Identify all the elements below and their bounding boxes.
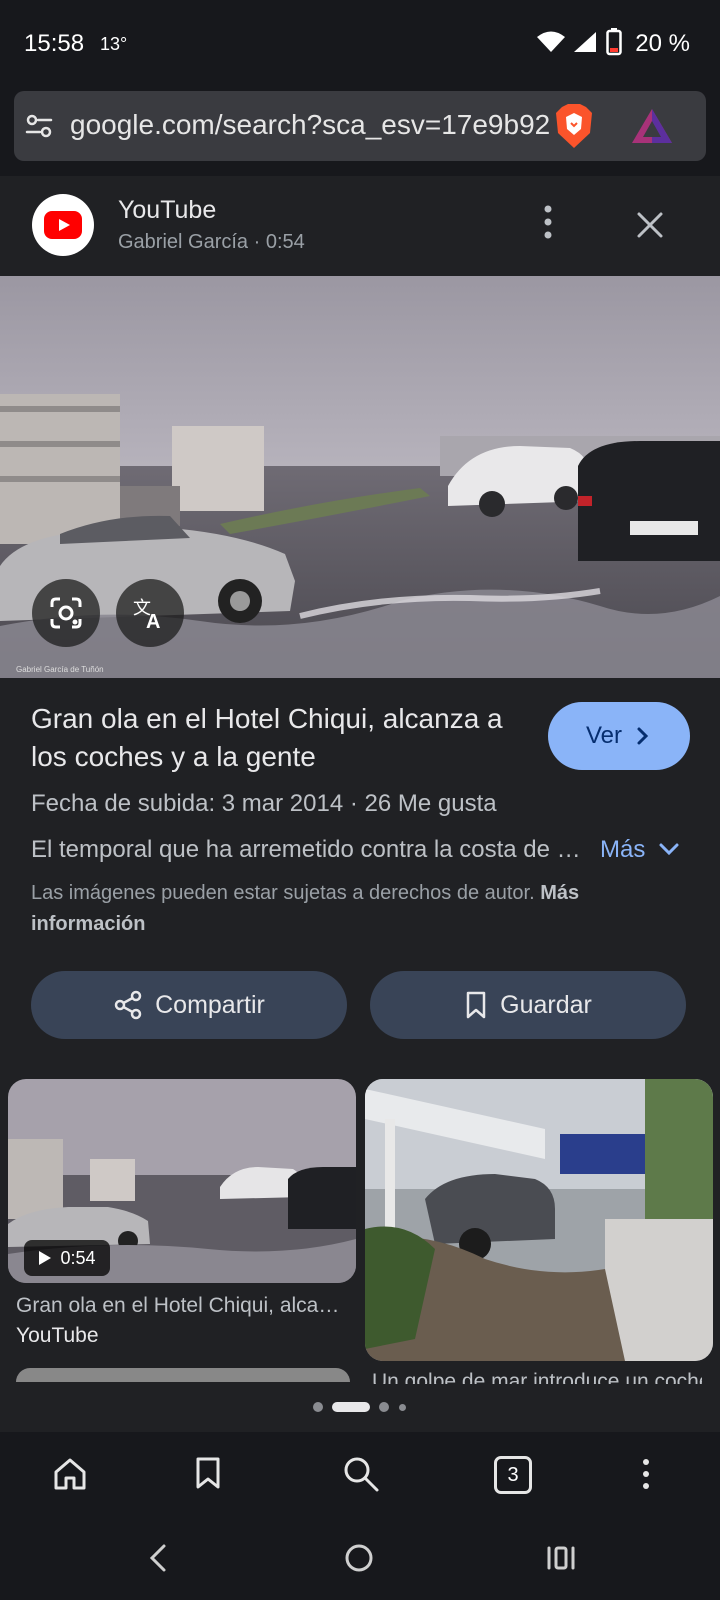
save-label: Guardar [500, 990, 592, 1019]
related-title[interactable]: Gran ola en el Hotel Chiqui, alcanza a l… [16, 1294, 346, 1318]
related-title[interactable]: Un golpe de mar introduce un coche en el… [372, 1370, 702, 1384]
youtube-play-icon [44, 211, 82, 239]
play-icon [39, 1251, 52, 1265]
copyright-text: Las imágenes pueden estar sujetas a dere… [31, 882, 535, 904]
duration-text: 0:54 [60, 1247, 96, 1268]
address-bar[interactable]: google.com/search?sca_esv=17e9b92 [14, 91, 706, 161]
recent-apps-icon[interactable] [546, 1545, 576, 1571]
result-title[interactable]: Gran ola en el Hotel Chiqui, alcanza a l… [31, 700, 511, 776]
brave-shields-icon[interactable] [554, 103, 594, 149]
home-circle-icon[interactable] [344, 1543, 374, 1573]
share-button[interactable]: Compartir [31, 971, 347, 1039]
chevron-down-icon [659, 843, 679, 856]
svg-text:A: A [146, 611, 160, 632]
more-label: Más [600, 836, 646, 863]
more-toggle[interactable]: Más [600, 836, 680, 864]
url-text[interactable]: google.com/search?sca_esv=17e9b92 [70, 109, 550, 141]
save-button[interactable]: Guardar [370, 971, 686, 1039]
share-label: Compartir [155, 990, 265, 1019]
status-temperature: 13° [100, 34, 128, 54]
bookmarks-icon[interactable] [195, 1456, 221, 1490]
pager-dot [399, 1404, 406, 1411]
translate-button[interactable]: 文 A [116, 579, 184, 647]
pager-dot [379, 1402, 389, 1412]
result-description: El temporal que ha arremetido contra la … [31, 836, 586, 863]
battery-icon [606, 28, 622, 56]
battery-percentage: 20 % [635, 30, 690, 57]
view-button-label: Ver [585, 722, 623, 749]
preview-image[interactable]: Gabriel García de Tuñón [0, 276, 720, 678]
google-lens-button[interactable] [32, 579, 100, 647]
back-icon[interactable] [148, 1543, 168, 1573]
status-time: 15:58 [24, 30, 85, 57]
share-icon [114, 990, 142, 1020]
brave-rewards-icon[interactable] [630, 107, 674, 145]
close-icon[interactable] [636, 211, 664, 239]
home-icon[interactable] [52, 1457, 88, 1491]
lens-icon [50, 597, 82, 629]
bookmark-icon [466, 991, 486, 1019]
signal-icon [574, 32, 596, 52]
search-icon[interactable] [342, 1455, 380, 1493]
related-source: YouTube [16, 1324, 99, 1347]
youtube-logo [32, 194, 94, 256]
source-name[interactable]: YouTube [118, 196, 216, 225]
source-meta: Gabriel García · 0:54 [118, 231, 305, 253]
more-options-icon[interactable] [538, 204, 558, 240]
related-image-thumbnail[interactable] [365, 1079, 713, 1361]
pager-dot [313, 1402, 323, 1412]
view-button[interactable]: Ver [548, 702, 690, 770]
pager-dot-active [332, 1402, 370, 1412]
copyright-notice: Las imágenes pueden estar sujetas a dere… [31, 878, 681, 940]
image-watermark: Gabriel García de Tuñón [16, 665, 104, 674]
wifi-icon [537, 31, 565, 52]
browser-menu-icon[interactable] [640, 1458, 652, 1490]
tab-switcher-button[interactable]: 3 [494, 1456, 532, 1494]
related-image-thumbnail[interactable] [16, 1368, 350, 1382]
chevron-right-icon [637, 727, 649, 745]
site-settings-icon[interactable] [24, 111, 54, 141]
tab-count: 3 [507, 1463, 519, 1486]
result-meta: Fecha de subida: 3 mar 2014 · 26 Me gust… [31, 790, 497, 817]
status-bar: 15:58 13° 20 % [0, 0, 720, 86]
translate-icon: 文 A [133, 598, 160, 632]
duration-badge: 0:54 [24, 1240, 110, 1276]
